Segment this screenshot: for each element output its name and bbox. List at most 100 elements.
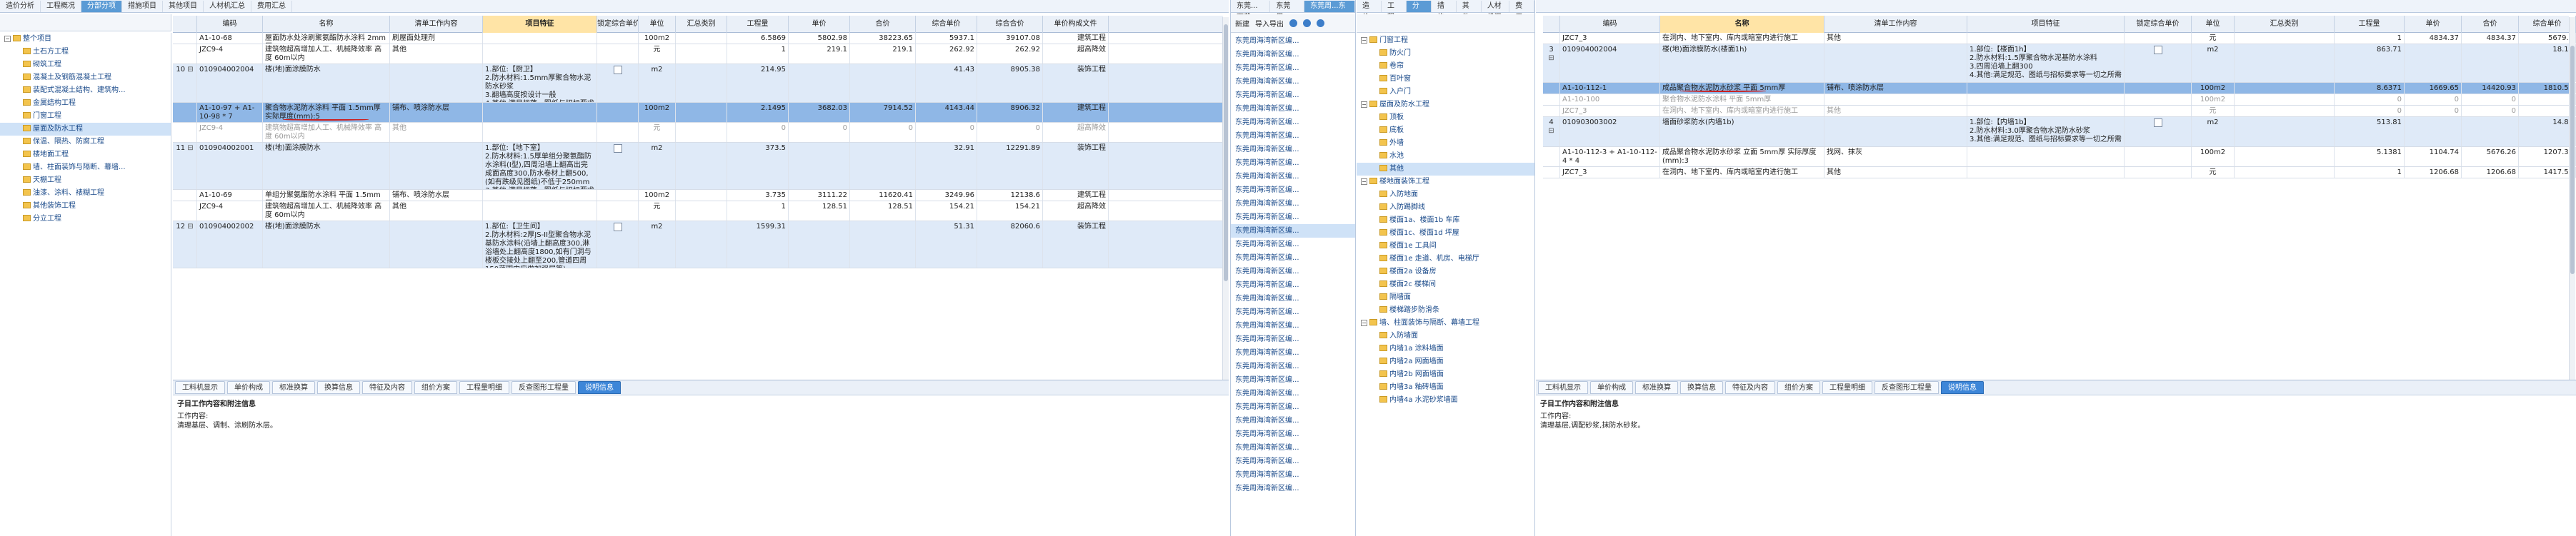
lock-checkbox[interactable] — [613, 144, 622, 153]
cell-amt[interactable]: 11620.41 — [850, 190, 916, 201]
tree-node[interactable]: 土石方工程 — [0, 46, 171, 59]
cell-name[interactable]: 楼(地)面涂膜防水 — [263, 143, 390, 189]
cell-work[interactable]: 其他 — [1824, 33, 1967, 44]
cell-file[interactable]: 建筑工程 — [1043, 190, 1109, 201]
expand-toggle-icon[interactable]: − — [1361, 320, 1367, 326]
tree-node[interactable]: 隔墙面 — [1357, 291, 1534, 304]
cell-amt[interactable]: 14420.93 — [2462, 83, 2519, 93]
cell-no[interactable] — [1543, 83, 1560, 93]
file-list-item[interactable]: 东莞周海湾新区编... — [1231, 319, 1355, 333]
cell-amt[interactable] — [850, 143, 916, 189]
cell-file[interactable]: 建筑工程 — [1043, 33, 1109, 44]
cell-unit[interactable]: 100m2 — [2192, 94, 2235, 105]
bill-item-row[interactable]: 3 ⊟ 010904002004 楼(地)面涂膜防水(楼面1h) 1.部位:【楼面1h… — [1543, 44, 2576, 83]
cell-lock[interactable] — [2125, 147, 2192, 166]
cell-price[interactable]: 3682.03 — [789, 103, 850, 122]
quota-row[interactable]: A1-10-68屋面防水处涂刷聚氨酯防水涂料 2mm厚刷屋面处理剂 100m2 6.… — [173, 33, 1223, 44]
cell-code[interactable]: JZC9-4 — [197, 44, 263, 64]
cell-work[interactable]: 其他 — [390, 123, 483, 142]
file-list-item[interactable]: 东莞周海湾新区编... — [1231, 346, 1355, 360]
tree-node[interactable]: 其他装饰工程 — [0, 200, 171, 213]
file-list-item[interactable]: 东莞周海湾新区编... — [1231, 211, 1355, 224]
cell-feat[interactable] — [483, 103, 597, 122]
cell-name[interactable]: 单组分聚氨酯防水涂料 平面 1.5mm厚 — [263, 190, 390, 201]
cell-cat[interactable] — [2235, 83, 2335, 93]
tree-node[interactable]: 混凝土及钢筋混凝土工程 — [0, 71, 171, 84]
tree-node[interactable]: 内墙3a 釉砖墙面 — [1357, 381, 1534, 394]
tree-node[interactable]: 内墙2b 网面墙面 — [1357, 368, 1534, 381]
cell-price[interactable]: 0 — [2405, 94, 2462, 105]
cell-unit[interactable]: m2 — [639, 221, 676, 268]
cell-no[interactable] — [1543, 106, 1560, 116]
cell-code[interactable]: JZC9-4 — [197, 201, 263, 221]
cell-price[interactable]: 0 — [2405, 106, 2462, 116]
file-list-item[interactable]: 东莞周海湾新区编... — [1231, 156, 1355, 170]
cell-code[interactable]: JZC7_3 — [1560, 33, 1660, 44]
cell-unit[interactable]: 100m2 — [639, 190, 676, 201]
column-header[interactable]: 名称 — [1660, 16, 1824, 33]
cell-cprice[interactable]: 5937.1 — [916, 33, 977, 44]
cell-amt[interactable]: 7914.52 — [850, 103, 916, 122]
cell-name[interactable]: 楼(地)面涂膜防水 — [263, 64, 390, 102]
cell-unit[interactable]: 元 — [2192, 33, 2235, 44]
cell-price[interactable] — [2405, 44, 2462, 82]
cell-feat[interactable]: 1.部位:【厨卫】 2.防水材料:1.5mm厚聚合物水泥防水砂浆 3.翻墙高度按… — [483, 64, 597, 102]
bottom-tab[interactable]: 单价构成 — [1590, 381, 1633, 394]
lock-checkbox[interactable] — [613, 66, 622, 74]
tree-node[interactable]: 楼地面工程 — [0, 148, 171, 161]
cell-name[interactable]: 成品聚合物水泥防水砂浆 立面 5mm厚 实际厚度(mm):3 — [1660, 147, 1824, 166]
cell-no[interactable]: 4 ⊟ — [1543, 117, 1560, 146]
cell-code[interactable]: A1-10-112-3 + A1-10-112-4 * 4 — [1560, 147, 1660, 166]
cell-unit[interactable]: 100m2 — [2192, 83, 2235, 93]
cell-unit[interactable]: 元 — [639, 44, 676, 64]
cell-name[interactable]: 建筑物超高增加人工、机械降效率 高度 60m以内 — [263, 123, 390, 142]
cell-cat[interactable] — [2235, 33, 2335, 44]
cell-work[interactable] — [390, 64, 483, 102]
tree-node[interactable]: 外墙 — [1357, 137, 1534, 150]
cell-code[interactable]: A1-10-112-1 — [1560, 83, 1660, 93]
cell-no[interactable]: 11 ⊟ — [173, 143, 197, 189]
cell-work[interactable] — [390, 143, 483, 189]
cell-qty[interactable]: 0 — [2335, 94, 2405, 105]
top-tab[interactable]: 工程概况 — [1382, 1, 1407, 44]
cell-cprice[interactable]: 5679.1 — [2519, 33, 2576, 44]
column-header[interactable]: 项目特征 — [1967, 16, 2125, 33]
cell-name[interactable]: 在洞内、地下室内、库内或暗室内进行施工 — [1660, 33, 1824, 44]
cell-unit[interactable]: 100m2 — [2192, 147, 2235, 166]
cell-code[interactable]: 010904002002 — [197, 221, 263, 268]
cell-qty[interactable]: 6.5869 — [727, 33, 789, 44]
file-list-item[interactable]: 东莞周海湾新区编... — [1231, 441, 1355, 455]
collapse-icon[interactable]: ⊟ — [1548, 127, 1554, 135]
bottom-tab[interactable]: 说明信息 — [578, 381, 621, 394]
cell-name[interactable]: 楼(地)面涂膜防水 — [263, 221, 390, 268]
cell-feat[interactable] — [1967, 83, 2125, 93]
tree-node[interactable]: − 整个项目 — [0, 33, 171, 46]
cell-cprice[interactable]: 41.43 — [916, 64, 977, 102]
tree-node[interactable]: 油漆、涂料、裱糊工程 — [0, 187, 171, 200]
cell-amt[interactable]: 1206.68 — [2462, 167, 2519, 178]
tree-node[interactable]: 内墙4a 水泥砂浆墙面 — [1357, 394, 1534, 407]
file-list-item[interactable]: 东莞周海湾新区编... — [1231, 75, 1355, 89]
cell-code[interactable]: JZC7_3 — [1560, 167, 1660, 178]
column-header[interactable]: 单价构成文件 — [1043, 16, 1109, 33]
file-list-item[interactable]: 东莞周海湾新区编... — [1231, 197, 1355, 211]
cell-qty[interactable]: 1 — [727, 201, 789, 221]
cell-work[interactable]: 铺布、喷涂防水层 — [390, 103, 483, 122]
top-tab[interactable]: 其他项目 — [1457, 1, 1482, 44]
cell-code[interactable]: A1-10-97 + A1-10-98 * 7 — [197, 103, 263, 122]
cell-lock[interactable] — [597, 221, 639, 268]
cell-work[interactable] — [390, 221, 483, 268]
cell-feat[interactable]: 1.部位:【内墙1b】 2.防水材料:3.0厚聚合物水泥防水砂浆 3.其他:满足… — [1967, 117, 2125, 146]
lock-checkbox[interactable] — [613, 223, 622, 231]
cell-lock[interactable] — [597, 201, 639, 221]
bottom-tab[interactable]: 特征及内容 — [362, 381, 412, 394]
lock-checkbox[interactable] — [2153, 118, 2162, 127]
bottom-tab[interactable]: 换算信息 — [317, 381, 360, 394]
quota-row[interactable]: A1-10-100聚合物水泥防水涂料 平面 5mm厚100m200000 — [1543, 94, 2576, 106]
cell-camt[interactable]: 8905.38 — [977, 64, 1043, 102]
column-header[interactable]: 编码 — [197, 16, 263, 33]
cell-amt[interactable]: 4834.37 — [2462, 33, 2519, 44]
column-header[interactable]: 合价 — [2462, 16, 2519, 33]
cell-no[interactable] — [173, 201, 197, 221]
cell-amt[interactable]: 219.1 — [850, 44, 916, 64]
